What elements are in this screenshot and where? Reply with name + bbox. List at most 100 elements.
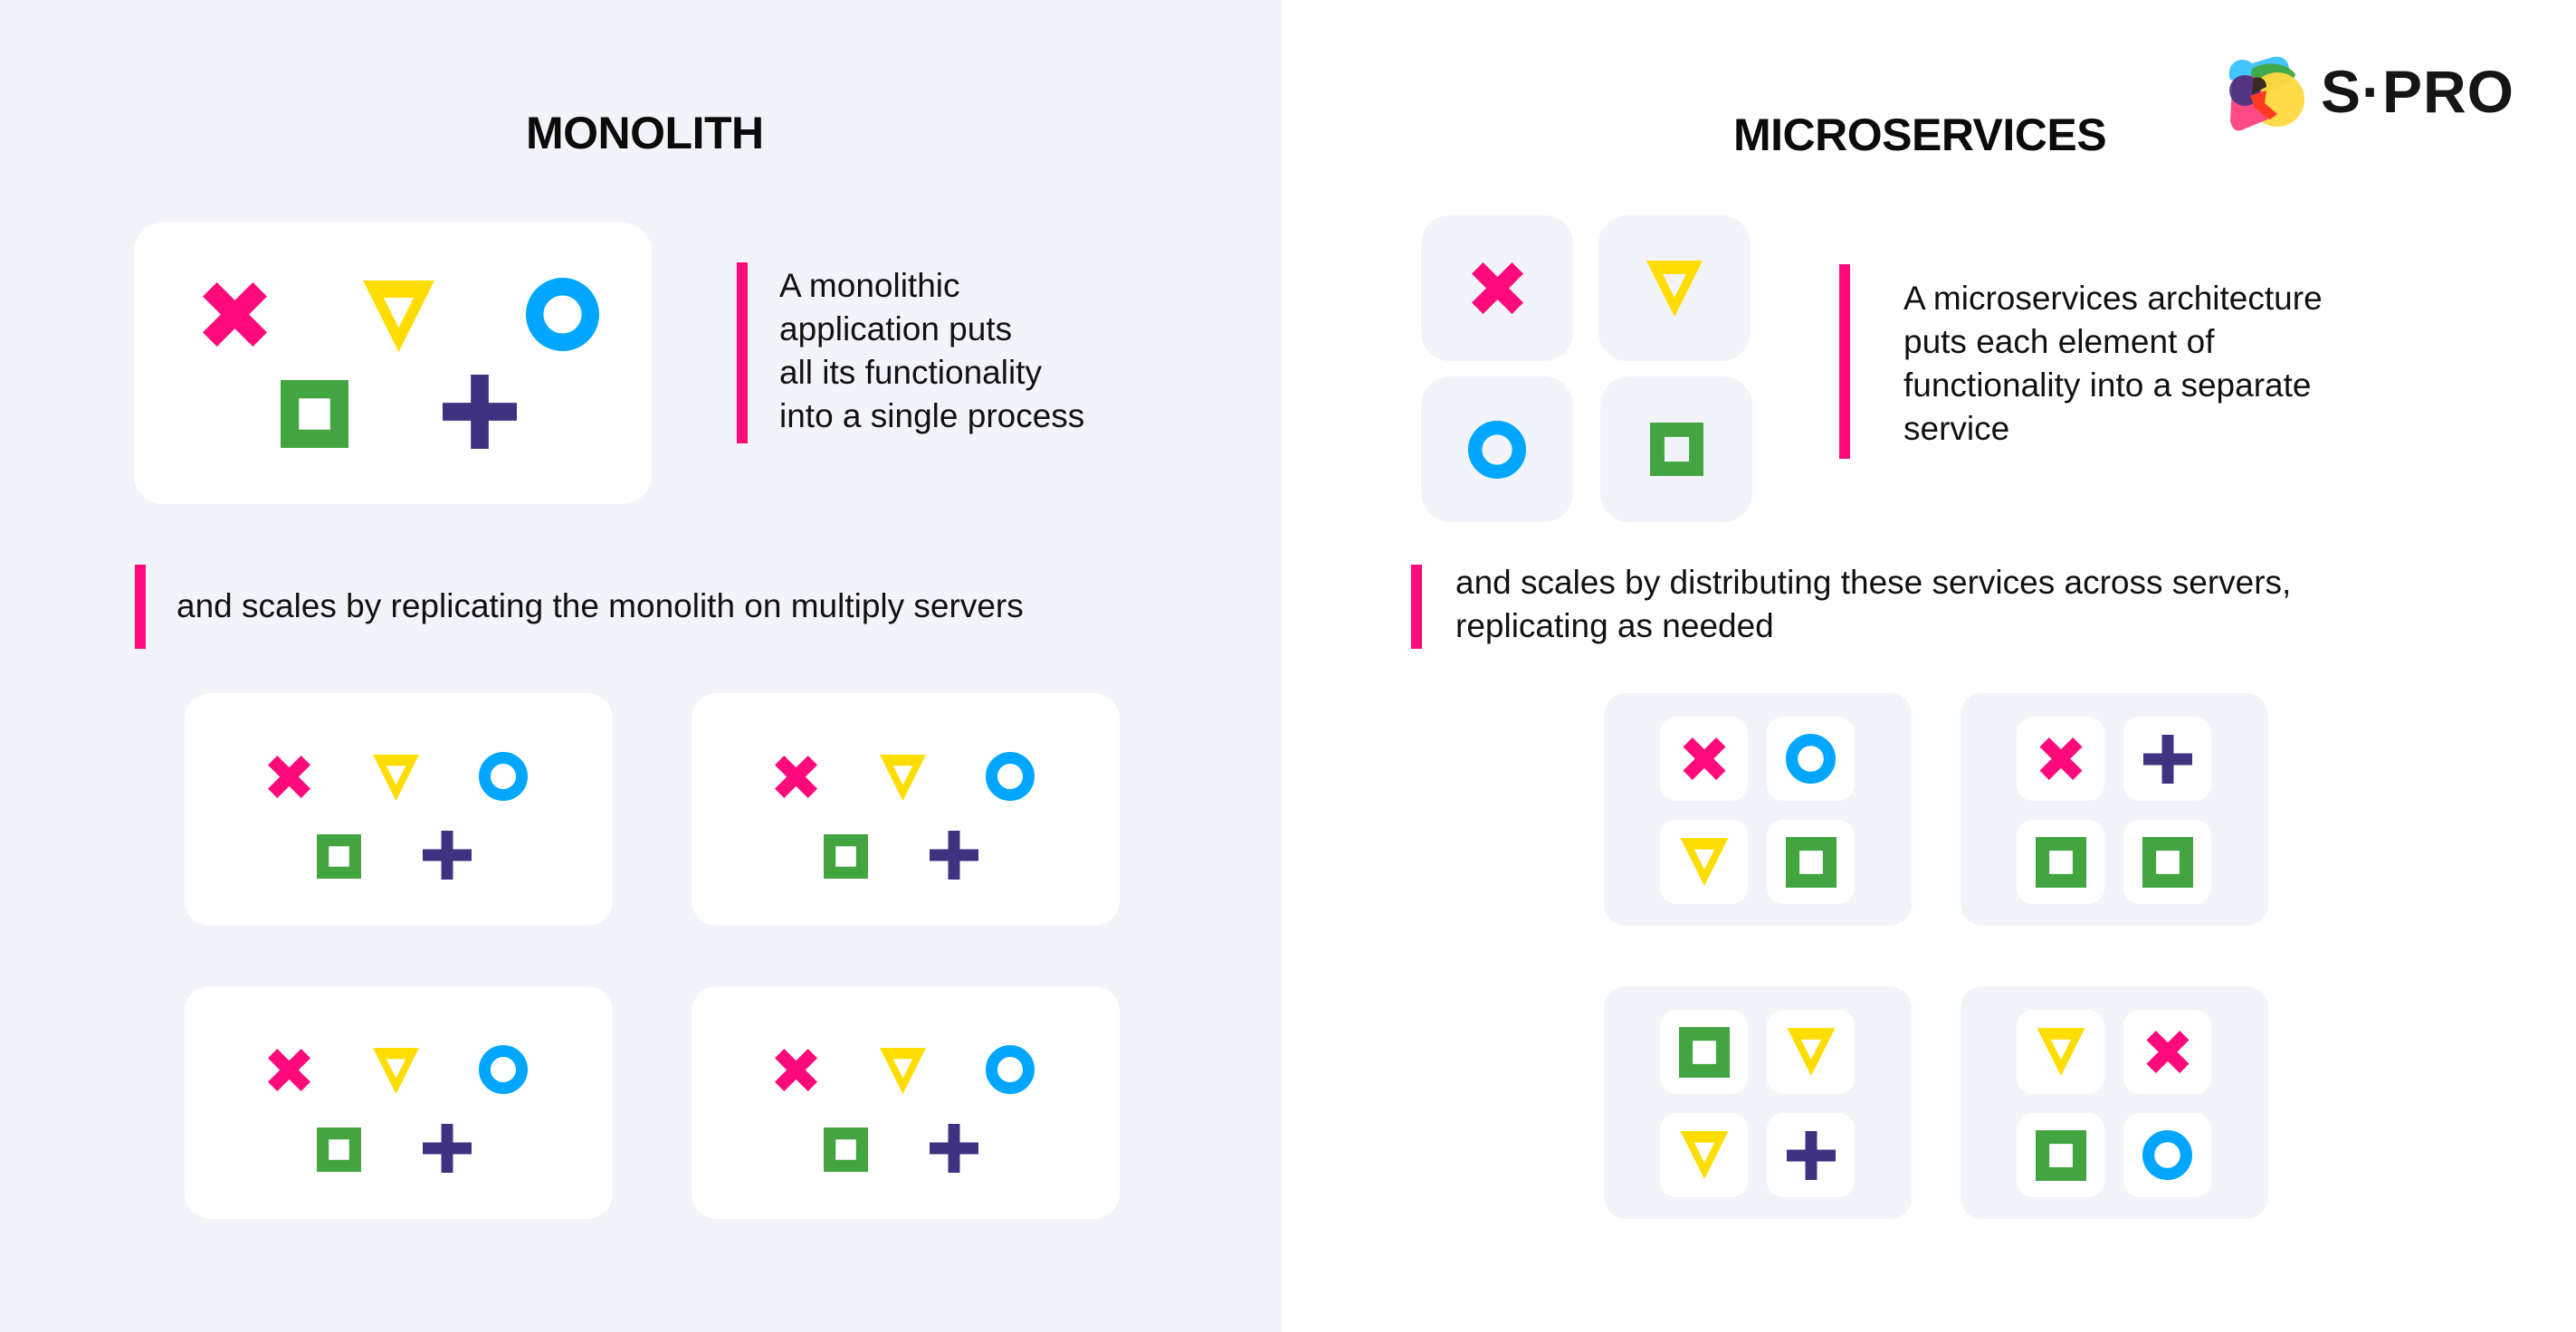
microservice-card	[1600, 376, 1752, 522]
service-instance-card	[2123, 1010, 2211, 1094]
triangle-icon-graphic	[880, 1048, 926, 1094]
plus-icon-graphic	[1786, 1130, 1836, 1180]
plus-icon-graphic	[930, 1124, 978, 1173]
monolith-description-accent-bar	[737, 262, 748, 443]
microservices-server-card	[1604, 986, 1912, 1219]
square-icon	[317, 834, 361, 879]
square-icon	[2035, 836, 2086, 888]
circle-icon-graphic	[1786, 734, 1836, 784]
triangle-icon	[876, 1048, 930, 1094]
cross-icon	[203, 282, 267, 347]
cross-icon	[1471, 262, 1523, 314]
plus-icon	[423, 831, 472, 880]
cross-icon-graphic	[203, 282, 267, 347]
cross-icon	[268, 756, 310, 798]
service-instance-card	[1660, 1010, 1748, 1094]
circle-icon	[986, 752, 1035, 801]
service-instance-card	[1660, 1113, 1748, 1197]
cross-icon	[2039, 737, 2083, 780]
square-icon	[824, 1127, 868, 1172]
triangle-icon-graphic	[1787, 1028, 1835, 1076]
microservices-description-accent-bar	[1839, 264, 1850, 459]
service-instance-card	[1767, 820, 1855, 904]
microservices-scaling-text: and scales by distributing these service…	[1455, 564, 2292, 644]
cross-icon	[775, 756, 817, 798]
service-instance-card	[2123, 717, 2211, 801]
square-icon	[1649, 423, 1703, 476]
square-icon	[824, 834, 868, 879]
microservices-panel	[1282, 0, 2576, 1332]
cross-icon	[2146, 1031, 2190, 1073]
plus-icon-graphic	[423, 831, 472, 880]
square-icon-graphic	[1678, 1026, 1730, 1078]
square-icon	[317, 1127, 361, 1172]
triangle-icon	[1783, 1028, 1839, 1076]
plus-icon	[930, 1124, 978, 1173]
triangle-icon	[1676, 1131, 1732, 1179]
circle-icon	[986, 1045, 1035, 1094]
circle-icon	[526, 278, 599, 351]
circle-icon	[479, 752, 528, 801]
triangle-icon-graphic	[2037, 1028, 2085, 1076]
monolith-description: A monolithic application puts all its fu…	[779, 267, 1085, 434]
cross-icon-graphic	[1471, 262, 1523, 314]
service-instance-card	[1767, 717, 1855, 801]
triangle-icon	[358, 281, 440, 352]
square-icon-graphic	[317, 834, 361, 879]
microservices-title: MICROSERVICES	[1733, 109, 2107, 160]
circle-icon	[2142, 1130, 2192, 1180]
square-icon-graphic	[317, 1127, 361, 1172]
monolith-application-card	[134, 223, 652, 504]
circle-icon	[1786, 734, 1836, 784]
service-instance-card	[1767, 1113, 1855, 1197]
plus-icon-graphic	[423, 1124, 472, 1173]
microservices-server-card	[1604, 693, 1912, 926]
square-icon-graphic	[2035, 836, 2086, 888]
microservice-card	[1421, 376, 1573, 522]
circle-icon	[479, 1045, 528, 1094]
monolith-scaling-text: and scales by replicating the monolith o…	[177, 587, 1024, 624]
triangle-icon-graphic	[373, 755, 419, 801]
circle-icon-graphic	[986, 1045, 1035, 1094]
cross-icon-graphic	[2039, 737, 2082, 780]
microservices-server-card	[1961, 986, 2268, 1219]
plus-icon-graphic	[443, 375, 517, 449]
cross-icon	[268, 1049, 310, 1091]
plus-icon	[930, 831, 978, 880]
triangle-icon-graphic	[1646, 260, 1703, 317]
square-icon-graphic	[2142, 836, 2193, 888]
plus-icon	[443, 375, 517, 449]
microservices-scaling-accent-bar	[1411, 565, 1422, 649]
square-icon	[1785, 836, 1837, 888]
cross-icon-graphic	[775, 756, 817, 798]
service-instance-card	[1660, 820, 1748, 904]
cross-icon-graphic	[268, 1049, 310, 1091]
square-icon-graphic	[1785, 836, 1837, 888]
plus-icon	[423, 1124, 472, 1173]
triangle-icon	[369, 755, 423, 801]
service-instance-card	[2017, 820, 2104, 904]
monolith-scaling-accent-bar	[135, 565, 146, 649]
service-instance-card	[2123, 1113, 2211, 1197]
triangle-icon-graphic	[373, 1048, 419, 1094]
triangle-icon	[1642, 260, 1707, 317]
cross-icon-graphic	[775, 1049, 817, 1091]
cross-icon-graphic	[268, 756, 310, 798]
service-instance-card	[1660, 717, 1748, 801]
triangle-icon	[876, 755, 930, 801]
square-icon-graphic	[281, 380, 348, 448]
plus-icon-graphic	[930, 831, 978, 880]
monolith-server-card	[692, 693, 1120, 926]
circle-icon-graphic	[479, 752, 528, 801]
circle-icon-graphic	[526, 278, 599, 351]
cross-icon-graphic	[2146, 1031, 2189, 1073]
cross-icon	[775, 1049, 817, 1091]
circle-icon	[1468, 420, 1526, 479]
square-icon	[2035, 1129, 2086, 1181]
square-icon-graphic	[2035, 1129, 2086, 1181]
square-icon	[281, 380, 348, 448]
circle-icon-graphic	[2142, 1130, 2192, 1180]
service-instance-card	[2017, 717, 2104, 801]
square-icon	[1678, 1026, 1730, 1078]
square-icon-graphic	[824, 1127, 868, 1172]
